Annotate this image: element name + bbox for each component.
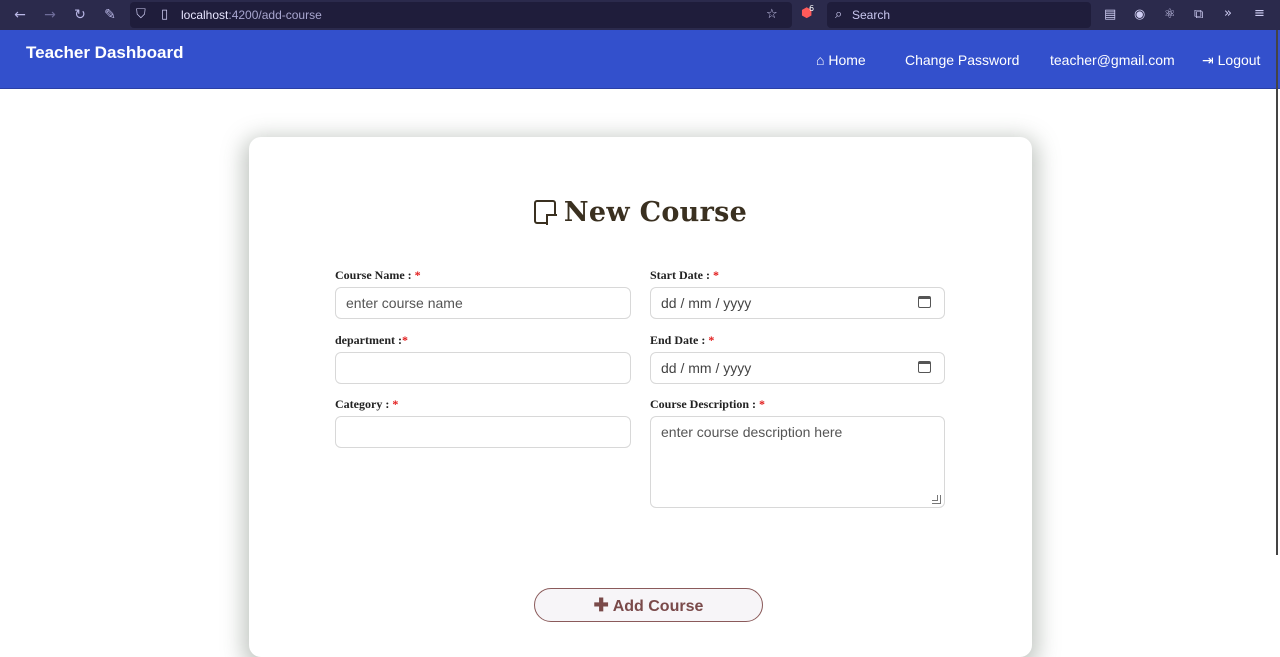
overflow-icon[interactable]: » [1224,6,1232,22]
browser-search-input[interactable]: ⌕ Search [827,2,1091,28]
url-bar[interactable]: ⛉ ▯ localhost:4200/add-course ☆ [130,2,792,28]
wrench-icon[interactable]: ✎ [101,6,119,24]
forward-icon[interactable]: → [41,6,59,24]
nav-logout[interactable]: ⇥ Logout [1202,52,1260,69]
reload-icon[interactable]: ↻ [71,6,89,24]
container-icon[interactable]: ▤ [1104,7,1116,23]
nav-home[interactable]: ⌂ Home [816,52,866,68]
add-course-label: Add Course [612,598,704,615]
plus-icon: ✚ [593,595,609,615]
page-icon: ▯ [161,7,169,22]
department-label: department :* [335,333,408,347]
menu-icon[interactable]: ≡ [1254,6,1265,22]
react-icon[interactable]: ⚛ [1164,7,1176,23]
browser-toolbar: ← → ↻ ✎ ⛉ ▯ localhost:4200/add-course ☆ … [0,0,1280,30]
page-scrollbar[interactable] [1276,30,1278,555]
description-textarea[interactable]: enter course description here [650,416,945,508]
end-date-label: End Date : * [650,333,715,347]
bookmark-star-icon[interactable]: ☆ [766,7,778,23]
form-title-text: New Course [563,197,748,228]
home-icon: ⌂ [816,52,829,68]
nav-home-label: Home [828,52,866,68]
url-text[interactable]: localhost:4200/add-course [181,8,322,22]
department-input[interactable] [335,352,631,384]
end-date-value: dd / mm / yyyy [661,360,752,376]
resize-handle-icon[interactable] [932,495,941,504]
sticky-note-icon [533,200,557,225]
course-name-placeholder: enter course name [346,295,463,311]
account-icon[interactable]: ◉ [1134,7,1145,23]
nav-user-email[interactable]: teacher@gmail.com [1050,52,1175,68]
description-label: Course Description : * [650,397,765,411]
end-date-input[interactable]: dd / mm / yyyy [650,352,945,384]
new-course-card: New Course Course Name : * enter course … [249,137,1032,657]
calendar-icon[interactable] [918,361,931,373]
back-icon[interactable]: ← [11,6,29,24]
add-course-button[interactable]: ✚ Add Course [534,588,763,622]
start-date-input[interactable]: dd / mm / yyyy [650,287,945,319]
course-name-label: Course Name : * [335,268,421,282]
shield-icon[interactable]: ⛉ [136,7,146,23]
start-date-value: dd / mm / yyyy [661,295,752,311]
course-name-input[interactable]: enter course name [335,287,631,319]
app-navbar: Teacher Dashboard ⌂ Home Change Password… [0,30,1280,89]
search-icon: ⌕ [835,7,843,22]
brand-title[interactable]: Teacher Dashboard [26,43,183,63]
category-input[interactable] [335,416,631,448]
logout-icon: ⇥ [1202,52,1218,68]
search-placeholder: Search [852,8,891,22]
calendar-icon[interactable] [918,296,931,308]
start-date-label: Start Date : * [650,268,719,282]
form-title: New Course [533,197,748,228]
nav-change-password[interactable]: Change Password [905,52,1019,68]
description-placeholder: enter course description here [661,424,843,440]
category-label: Category : * [335,397,399,411]
extensions-icon[interactable]: ⧉ [1194,7,1203,23]
extension-badge: 6 [809,4,815,13]
nav-logout-label: Logout [1217,52,1261,68]
